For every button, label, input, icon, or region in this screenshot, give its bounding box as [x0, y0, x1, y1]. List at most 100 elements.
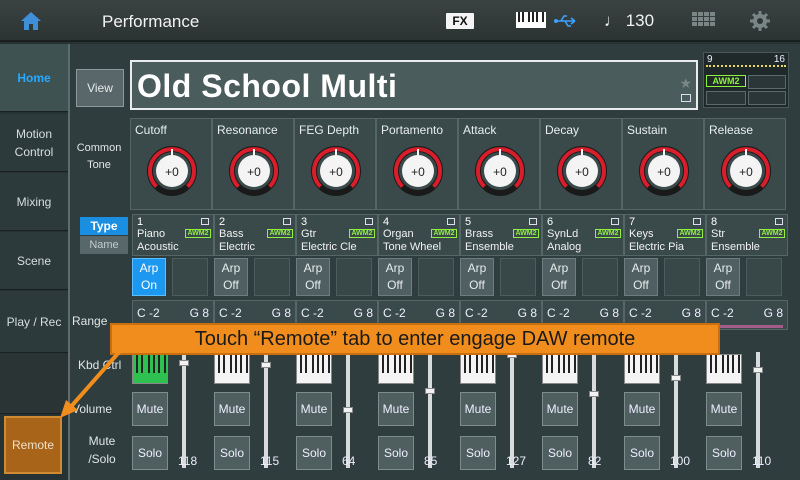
part-awm-badge: AWM2 — [759, 229, 785, 238]
nav-mixing[interactable]: Mixing — [0, 173, 68, 231]
arp-toggle-part-7[interactable]: Arp Off — [624, 258, 658, 296]
volume-fader-part-6[interactable] — [592, 352, 596, 468]
arp-toggle-part-1[interactable]: Arp On — [132, 258, 166, 296]
knob-cell-release[interactable]: Release +0 — [704, 118, 786, 210]
fader-handle[interactable] — [179, 359, 189, 366]
part-header-5[interactable]: 5 Brass AWM2 Ensemble — [460, 214, 542, 256]
tempo-display[interactable]: ♩ 130 — [604, 11, 654, 31]
solo-button-part-5[interactable]: Solo — [460, 436, 496, 470]
kbd-ctrl-part-7[interactable] — [624, 354, 660, 384]
kbd-ctrl-part-3[interactable] — [296, 354, 332, 384]
part-indicator-dots — [706, 65, 786, 73]
solo-button-part-1[interactable]: Solo — [132, 436, 168, 470]
knob-label: Decay — [545, 123, 580, 137]
arp-toggle-part-8[interactable]: Arp Off — [706, 258, 740, 296]
fx-button[interactable]: FX — [446, 13, 474, 29]
range-high: G 8 — [353, 306, 373, 320]
mute-button-part-2[interactable]: Mute — [214, 392, 250, 426]
volume-fader-part-5[interactable] — [510, 352, 514, 468]
volume-fader-part-7[interactable] — [674, 352, 678, 468]
volume-fader-part-2[interactable] — [264, 352, 268, 468]
arp-toggle-part-6[interactable]: Arp Off — [542, 258, 576, 296]
solo-button-part-3[interactable]: Solo — [296, 436, 332, 470]
quick-setup-grid-icon[interactable] — [692, 12, 716, 30]
kbd-ctrl-part-1[interactable] — [132, 354, 168, 384]
fader-handle[interactable] — [589, 390, 599, 397]
favorite-star-icon[interactable]: ★ — [679, 75, 692, 92]
type-view-button[interactable]: Type — [80, 217, 128, 235]
keyboard-icon — [710, 355, 740, 373]
fader-handle[interactable] — [425, 388, 435, 395]
solo-button-part-4[interactable]: Solo — [378, 436, 414, 470]
nav-scene[interactable]: Scene — [0, 232, 68, 290]
solo-button-part-6[interactable]: Solo — [542, 436, 578, 470]
fader-handle[interactable] — [753, 366, 763, 373]
knob-cell-sustain[interactable]: Sustain +0 — [622, 118, 704, 210]
volume-fader-part-4[interactable] — [428, 352, 432, 468]
gear-icon[interactable] — [749, 10, 771, 32]
part-indicator-awm-badge: AWM2 — [706, 75, 746, 87]
mute-button-part-6[interactable]: Mute — [542, 392, 578, 426]
part-header-2[interactable]: 2 Bass AWM2 Electric — [214, 214, 296, 256]
view-button[interactable]: View — [76, 69, 124, 107]
mute-button-part-8[interactable]: Mute — [706, 392, 742, 426]
knob-label: Portamento — [381, 123, 444, 137]
arp-toggle-part-2[interactable]: Arp Off — [214, 258, 248, 296]
performance-name-field[interactable]: Old School Multi ★ — [130, 60, 698, 110]
range-label: Range — [72, 314, 108, 328]
solo-button-part-7[interactable]: Solo — [624, 436, 660, 470]
fader-handle[interactable] — [671, 375, 681, 382]
part-awm-badge: AWM2 — [595, 229, 621, 238]
nav-remote-tab[interactable]: Remote — [4, 416, 62, 474]
knob-value: +0 — [739, 165, 753, 179]
part-header-8[interactable]: 8 Str AWM2 Ensemble — [706, 214, 788, 256]
part-header-3[interactable]: 3 Gtr AWM2 Electric Cle — [296, 214, 378, 256]
keyboard-icon — [464, 355, 494, 373]
mute-button-part-7[interactable]: Mute — [624, 392, 660, 426]
range-low: C -2 — [301, 306, 324, 320]
keyboard-icon — [516, 12, 546, 28]
mute-button-part-3[interactable]: Mute — [296, 392, 332, 426]
volume-fader-part-1[interactable] — [182, 352, 186, 468]
part-meter-icon — [447, 218, 455, 225]
knob-cell-portamento[interactable]: Portamento +0 — [376, 118, 458, 210]
solo-button-part-2[interactable]: Solo — [214, 436, 250, 470]
mute-button-part-5[interactable]: Mute — [460, 392, 496, 426]
nav-home[interactable]: Home — [0, 44, 68, 112]
mute-button-part-1[interactable]: Mute — [132, 392, 168, 426]
fader-handle[interactable] — [343, 406, 353, 413]
part-subcategory: Analog — [547, 241, 582, 253]
keyboard-icon — [136, 355, 166, 373]
part-awm-badge: AWM2 — [349, 229, 375, 238]
nav-motion-control[interactable]: Motion Control — [0, 114, 68, 172]
kbd-ctrl-part-8[interactable] — [706, 354, 742, 384]
kbd-ctrl-part-6[interactable] — [542, 354, 578, 384]
part-header-6[interactable]: 6 SynLd AWM2 Analog — [542, 214, 624, 256]
part-header-7[interactable]: 7 Keys AWM2 Electric Pia — [624, 214, 706, 256]
knob-label: FEG Depth — [299, 123, 360, 137]
knob-cell-resonance[interactable]: Resonance +0 — [212, 118, 294, 210]
knob-cell-cutoff[interactable]: Cutoff +0 — [130, 118, 212, 210]
part-header-4[interactable]: 4 Organ AWM2 Tone Wheel — [378, 214, 460, 256]
part-header-1[interactable]: 1 Piano AWM2 Acoustic — [132, 214, 214, 256]
part-indicator[interactable]: 9 16 AWM2 — [703, 52, 789, 108]
arp-toggle-part-4[interactable]: Arp Off — [378, 258, 412, 296]
part-subcategory: Ensemble — [465, 241, 514, 253]
kbd-ctrl-part-2[interactable] — [214, 354, 250, 384]
knob-cell-feg-depth[interactable]: FEG Depth +0 — [294, 118, 376, 210]
part-number: 8 — [711, 216, 718, 228]
kbd-ctrl-part-5[interactable] — [460, 354, 496, 384]
name-view-button[interactable]: Name — [80, 236, 128, 254]
mute-button-part-4[interactable]: Mute — [378, 392, 414, 426]
solo-button-part-8[interactable]: Solo — [706, 436, 742, 470]
kbd-ctrl-part-4[interactable] — [378, 354, 414, 384]
part-subcategory: Tone Wheel — [383, 241, 442, 253]
knob-cell-decay[interactable]: Decay +0 — [540, 118, 622, 210]
arp-toggle-part-5[interactable]: Arp Off — [460, 258, 494, 296]
range-high: G 8 — [517, 306, 537, 320]
knob-value: +0 — [575, 165, 589, 179]
arp-toggle-part-3[interactable]: Arp Off — [296, 258, 330, 296]
knob-cell-attack[interactable]: Attack +0 — [458, 118, 540, 210]
home-button[interactable] — [0, 0, 62, 42]
fader-handle[interactable] — [261, 362, 271, 369]
